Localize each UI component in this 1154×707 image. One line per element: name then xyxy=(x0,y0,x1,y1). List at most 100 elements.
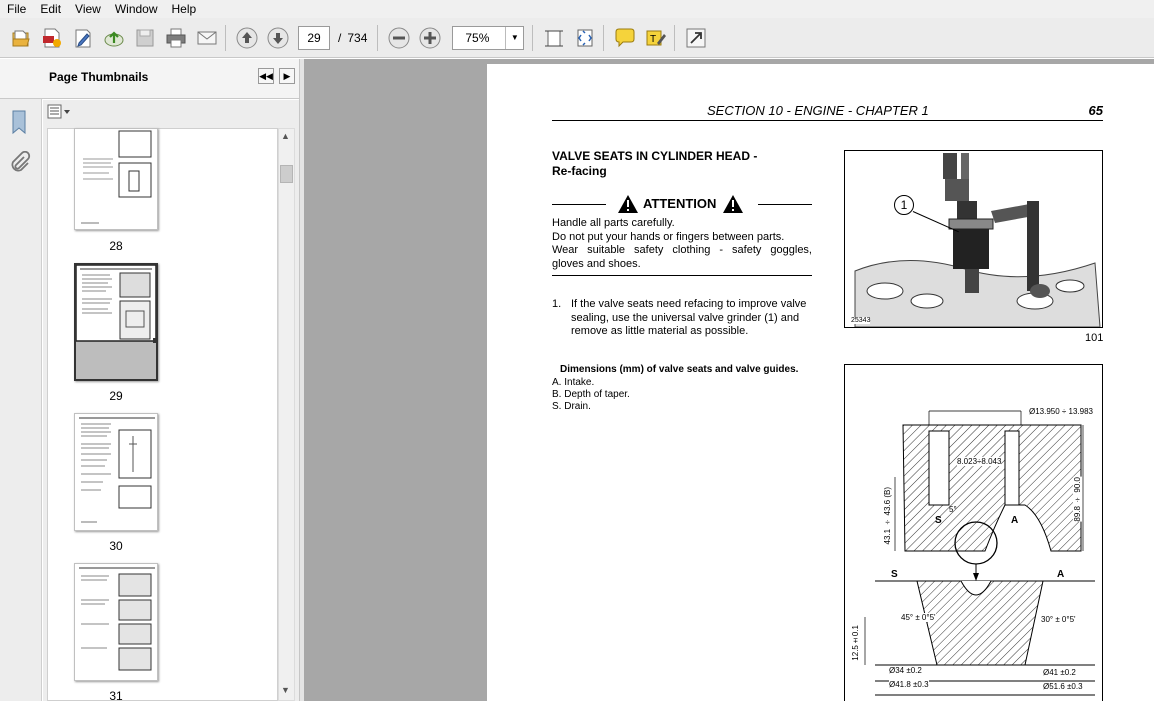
attention-divider xyxy=(552,275,812,276)
email-icon[interactable] xyxy=(193,24,221,52)
label-s-upper: S xyxy=(935,515,942,526)
scrollbar-thumb[interactable] xyxy=(280,165,293,183)
step-number: 1. xyxy=(552,298,562,310)
dim-guide-bore: 8.023÷8.043 xyxy=(957,457,1002,466)
thumbnail-label-28: 28 xyxy=(109,239,123,253)
fit-width-icon[interactable] xyxy=(571,24,599,52)
panel-title: Page Thumbnails xyxy=(49,70,149,84)
page-separator: / xyxy=(338,30,342,45)
expand-panel-icon[interactable]: ▶ xyxy=(279,68,295,84)
scroll-up-icon[interactable]: ▲ xyxy=(281,131,290,141)
callout-1: 1 xyxy=(894,195,914,215)
svg-text:T: T xyxy=(650,34,656,45)
bookmark-icon[interactable] xyxy=(9,109,29,140)
warning-icon xyxy=(723,195,743,213)
angle-right: 30° ± 0°5' xyxy=(1041,615,1076,624)
thumbnail-page-28[interactable] xyxy=(74,128,158,230)
page-count: 734 xyxy=(347,30,368,45)
page-number: 65 xyxy=(1088,103,1103,118)
options-menu-icon[interactable] xyxy=(47,104,73,120)
toolbar-separator xyxy=(377,24,379,51)
thumbnail-label-30: 30 xyxy=(109,539,123,553)
scroll-down-icon[interactable]: ▼ xyxy=(281,685,290,695)
thumbnail-scrollbar[interactable]: ▲ ▼ xyxy=(278,128,295,701)
create-pdf-icon[interactable] xyxy=(38,24,66,52)
label-s-lower: S xyxy=(891,569,898,580)
upload-icon[interactable] xyxy=(100,24,128,52)
thumbnail-page-31[interactable] xyxy=(74,563,158,681)
label-a-upper: A xyxy=(1011,515,1019,526)
dim-diam-34: Ø34 ±0.2 xyxy=(889,666,922,675)
label-a-lower: A xyxy=(1057,569,1065,580)
print-icon[interactable] xyxy=(162,24,190,52)
edit-icon[interactable] xyxy=(69,24,97,52)
step-line: sealing, use the universal valve grinder… xyxy=(571,311,800,324)
attachment-icon[interactable] xyxy=(9,150,31,180)
page-down-icon[interactable] xyxy=(264,24,292,52)
highlight-icon[interactable]: T xyxy=(642,24,670,52)
thumbnail-page-29[interactable] xyxy=(74,263,158,381)
navigation-strip xyxy=(0,59,42,701)
page-header: SECTION 10 - ENGINE - CHAPTER 1 65 xyxy=(552,103,1103,121)
toolbar: 29 / 734 75% ▼ T xyxy=(0,18,1154,58)
dimension-item: S. Drain. xyxy=(552,401,591,412)
section-heading: VALVE SEATS IN CYLINDER HEAD - Re-facing xyxy=(552,149,757,179)
page-up-icon[interactable] xyxy=(233,24,261,52)
page-number-input[interactable]: 29 xyxy=(298,25,330,50)
valve-grinder-illustration xyxy=(854,153,1101,328)
menu-window[interactable]: Window xyxy=(108,0,165,18)
dimension-item: B. Depth of taper. xyxy=(552,389,630,400)
dim-diam-top: Ø13.950 ÷ 13.983 xyxy=(1029,407,1093,416)
section-header: SECTION 10 - ENGINE - CHAPTER 1 xyxy=(707,103,929,118)
step-line: remove as little material as possible. xyxy=(571,325,749,337)
fit-page-icon[interactable] xyxy=(540,24,568,52)
dimensions-title: Dimensions (mm) of valve seats and valve… xyxy=(560,364,799,375)
dim-diam-41: Ø41 ±0.2 xyxy=(1043,668,1076,677)
figure-number: 101 xyxy=(1085,332,1104,344)
thumbnail-label-29: 29 xyxy=(109,389,123,403)
figure-code: 25343 xyxy=(851,317,871,324)
attention-header: ATTENTION xyxy=(552,194,812,214)
zoom-out-icon[interactable] xyxy=(385,24,413,52)
attention-line: Handle all parts carefully. xyxy=(552,217,675,229)
collapse-panel-icon[interactable]: ◀◀ xyxy=(258,68,274,84)
thumbnail-panel-header: Page Thumbnails ◀◀ ▶ xyxy=(0,59,300,99)
attention-line: Wear suitable safety clothing - safety g… xyxy=(552,244,812,256)
dim-height-right: 89.8 ÷ 90.0 xyxy=(1073,477,1082,522)
dim-diam-41-8: Ø41.8 ±0.3 xyxy=(889,680,929,689)
angle-small: 5° xyxy=(949,505,957,514)
menu-edit[interactable]: Edit xyxy=(33,0,68,18)
warning-icon xyxy=(618,195,638,213)
save-icon[interactable] xyxy=(131,24,159,52)
figure-cross-section: Ø13.950 ÷ 13.983 8.023÷8.043 89.8 ÷ 90.0… xyxy=(844,364,1103,701)
toolbar-separator xyxy=(603,24,605,51)
angle-left: 45° ± 0°5' xyxy=(901,613,936,622)
comment-icon[interactable] xyxy=(611,24,639,52)
fullscreen-icon[interactable] xyxy=(682,24,710,52)
heading-line-1: VALVE SEATS IN CYLINDER HEAD - xyxy=(552,149,758,163)
attention-text: Handle all parts carefully. Do not put y… xyxy=(552,217,812,271)
figure-valve-grinder: 1 25343 xyxy=(844,150,1103,328)
zoom-in-icon[interactable] xyxy=(416,24,444,52)
chevron-down-icon[interactable]: ▼ xyxy=(505,26,523,49)
attention-line: Do not put your hands or fingers between… xyxy=(552,230,785,243)
toolbar-separator xyxy=(532,24,534,51)
attention-title: ATTENTION xyxy=(643,196,717,211)
zoom-select[interactable]: 75% ▼ xyxy=(452,25,525,50)
open-icon[interactable] xyxy=(7,24,35,52)
menu-bar: File Edit View Window Help xyxy=(0,0,1154,18)
zoom-value: 75% xyxy=(465,30,490,45)
heading-line-2: Re-facing xyxy=(552,164,607,178)
dim-height-left: 43.1 ÷ 43.6 (B) xyxy=(883,487,892,545)
menu-help[interactable]: Help xyxy=(165,0,204,18)
dim-diam-51-6: Ø51.6 ±0.3 xyxy=(1043,682,1083,691)
attention-line: gloves and shoes. xyxy=(552,257,641,270)
toolbar-separator xyxy=(674,24,676,51)
thumbnail-page-30[interactable] xyxy=(74,413,158,531)
dimension-item: A. Intake. xyxy=(552,377,595,388)
menu-view[interactable]: View xyxy=(68,0,108,18)
toolbar-separator xyxy=(225,24,226,51)
menu-file[interactable]: File xyxy=(0,0,33,18)
step-line: If the valve seats need refacing to impr… xyxy=(571,298,807,310)
dim-height-lower: 12.5±0.1 xyxy=(851,625,860,661)
